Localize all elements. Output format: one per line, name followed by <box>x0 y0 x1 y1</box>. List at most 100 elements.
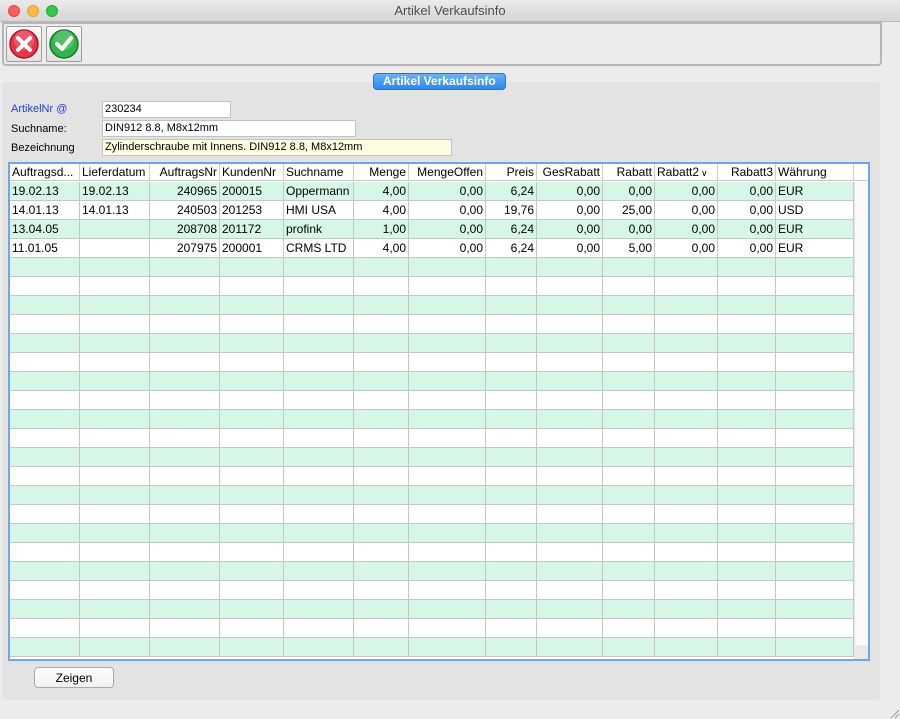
column-header-rabatt2[interactable]: Rabatt2 ∨ <box>655 164 718 181</box>
table-cell-kundennr <box>220 543 284 561</box>
window-close-button[interactable] <box>8 5 20 17</box>
column-header-gesrabatt[interactable]: GesRabatt <box>537 164 603 181</box>
table-cell-kundennr: 201172 <box>220 220 284 238</box>
table-row-empty[interactable] <box>10 372 854 391</box>
table-cell-auftragsdatum <box>10 258 80 276</box>
table-row[interactable]: 11.01.05 207975 200001 CRMS LTD 4,00 0,00 6,24… <box>10 239 854 258</box>
suchname-field[interactable]: DIN912 8.8, M8x12mm <box>102 120 356 137</box>
table-row-empty[interactable] <box>10 486 854 505</box>
table-row[interactable]: 13.04.05 208708 201172 profink 1,00 0,00 6,24 0… <box>10 220 854 239</box>
table-cell-auftragsdatum <box>10 296 80 314</box>
table-cell-gesrabatt <box>537 277 603 295</box>
table-row-empty[interactable] <box>10 524 854 543</box>
vertical-scrollbar[interactable] <box>854 182 868 659</box>
column-header-rabatt[interactable]: Rabatt <box>603 164 655 181</box>
table-row-empty[interactable] <box>10 467 854 486</box>
column-header-auftragsdatum[interactable]: Auftragsd... <box>10 164 80 181</box>
column-header-label: Preis <box>506 165 534 179</box>
table-row-empty[interactable] <box>10 562 854 581</box>
table-row-empty[interactable] <box>10 315 854 334</box>
window-zoom-button[interactable] <box>46 5 58 17</box>
table-row-empty[interactable] <box>10 600 854 619</box>
table-cell-menge <box>354 334 409 352</box>
table-row-empty[interactable] <box>10 296 854 315</box>
table-cell-menge <box>354 353 409 371</box>
zeigen-button[interactable]: Zeigen <box>34 667 114 688</box>
table-cell-menge <box>354 638 409 656</box>
resize-grip-icon[interactable] <box>888 707 900 719</box>
artikelnr-field[interactable]: 230234 <box>102 101 231 118</box>
sales-table[interactable]: Auftragsd... Lieferdatum AuftragsNr KundenN… <box>8 162 870 661</box>
table-cell-auftragsnr <box>150 448 220 466</box>
table-cell-kundennr: 200015 <box>220 182 284 200</box>
table-row-empty[interactable] <box>10 505 854 524</box>
table-row-empty[interactable] <box>10 543 854 562</box>
table-cell-waehrung <box>776 277 854 295</box>
table-row-empty[interactable] <box>10 581 854 600</box>
table-row-empty[interactable] <box>10 410 854 429</box>
table-cell-lieferdatum <box>80 410 150 428</box>
table-cell-waehrung: EUR <box>776 182 854 200</box>
column-header-kundennr[interactable]: KundenNr <box>220 164 284 181</box>
table-row-empty[interactable] <box>10 448 854 467</box>
bezeichnung-label: Bezeichnung <box>11 142 75 154</box>
column-header-preis[interactable]: Preis <box>486 164 537 181</box>
table-cell-suchname <box>284 372 354 390</box>
table-row-empty[interactable] <box>10 391 854 410</box>
table-cell-auftragsdatum: 19.02.13 <box>10 182 80 200</box>
column-header-menge[interactable]: Menge <box>354 164 409 181</box>
panel-title: Artikel Verkaufsinfo <box>373 73 506 90</box>
table-cell-lieferdatum <box>80 505 150 523</box>
column-header-rabatt3[interactable]: Rabatt3 <box>718 164 776 181</box>
column-header-mengeoffen[interactable]: MengeOffen <box>409 164 486 181</box>
table-row[interactable]: 14.01.13 14.01.13 240503 201253 HMI USA 4,00 0… <box>10 201 854 220</box>
table-row[interactable]: 19.02.13 19.02.13 240965 200015 Oppermann 4,0… <box>10 182 854 201</box>
window-minimize-button[interactable] <box>27 5 39 17</box>
table-row-empty[interactable] <box>10 429 854 448</box>
table-cell-preis <box>486 448 537 466</box>
table-cell-lieferdatum <box>80 562 150 580</box>
table-cell-lieferdatum <box>80 524 150 542</box>
column-header-auftragsnr[interactable]: AuftragsNr <box>150 164 220 181</box>
table-cell-rabatt3 <box>718 334 776 352</box>
table-cell-preis <box>486 429 537 447</box>
table-cell-auftragsnr <box>150 391 220 409</box>
table-cell-waehrung <box>776 296 854 314</box>
cancel-button[interactable] <box>6 26 42 62</box>
table-cell-kundennr <box>220 372 284 390</box>
table-row-empty[interactable] <box>10 258 854 277</box>
column-header-label: Lieferdatum <box>82 165 146 179</box>
table-cell-mengeoffen <box>409 296 486 314</box>
column-header-waehrung[interactable]: Währung <box>776 164 854 181</box>
table-cell-auftragsnr <box>150 296 220 314</box>
table-cell-rabatt2 <box>655 410 718 428</box>
table-row-empty[interactable] <box>10 638 854 657</box>
table-cell-suchname <box>284 524 354 542</box>
table-cell-lieferdatum <box>80 391 150 409</box>
column-header-suchname[interactable]: Suchname <box>284 164 354 181</box>
table-cell-mengeoffen <box>409 581 486 599</box>
bezeichnung-field[interactable]: Zylinderschraube mit Innens. DIN912 8.8,… <box>102 139 452 156</box>
table-cell-suchname <box>284 258 354 276</box>
table-cell-waehrung <box>776 581 854 599</box>
table-cell-waehrung <box>776 448 854 466</box>
table-row-empty[interactable] <box>10 277 854 296</box>
table-cell-kundennr <box>220 467 284 485</box>
cancel-x-icon <box>9 29 39 59</box>
ok-button[interactable] <box>46 26 82 62</box>
table-row-empty[interactable] <box>10 619 854 638</box>
table-row-empty[interactable] <box>10 353 854 372</box>
table-cell-preis <box>486 638 537 656</box>
column-header-lieferdatum[interactable]: Lieferdatum <box>80 164 150 181</box>
table-cell-auftragsdatum <box>10 581 80 599</box>
table-row-empty[interactable] <box>10 334 854 353</box>
column-header-label: KundenNr <box>222 165 277 179</box>
table-cell-auftragsdatum <box>10 429 80 447</box>
table-cell-lieferdatum <box>80 619 150 637</box>
table-cell-gesrabatt <box>537 505 603 523</box>
table-cell-waehrung <box>776 410 854 428</box>
table-cell-auftragsdatum <box>10 334 80 352</box>
artikelnr-label[interactable]: ArtikelNr @ <box>11 103 67 115</box>
table-cell-auftragsdatum: 13.04.05 <box>10 220 80 238</box>
table-cell-gesrabatt: 0,00 <box>537 239 603 257</box>
